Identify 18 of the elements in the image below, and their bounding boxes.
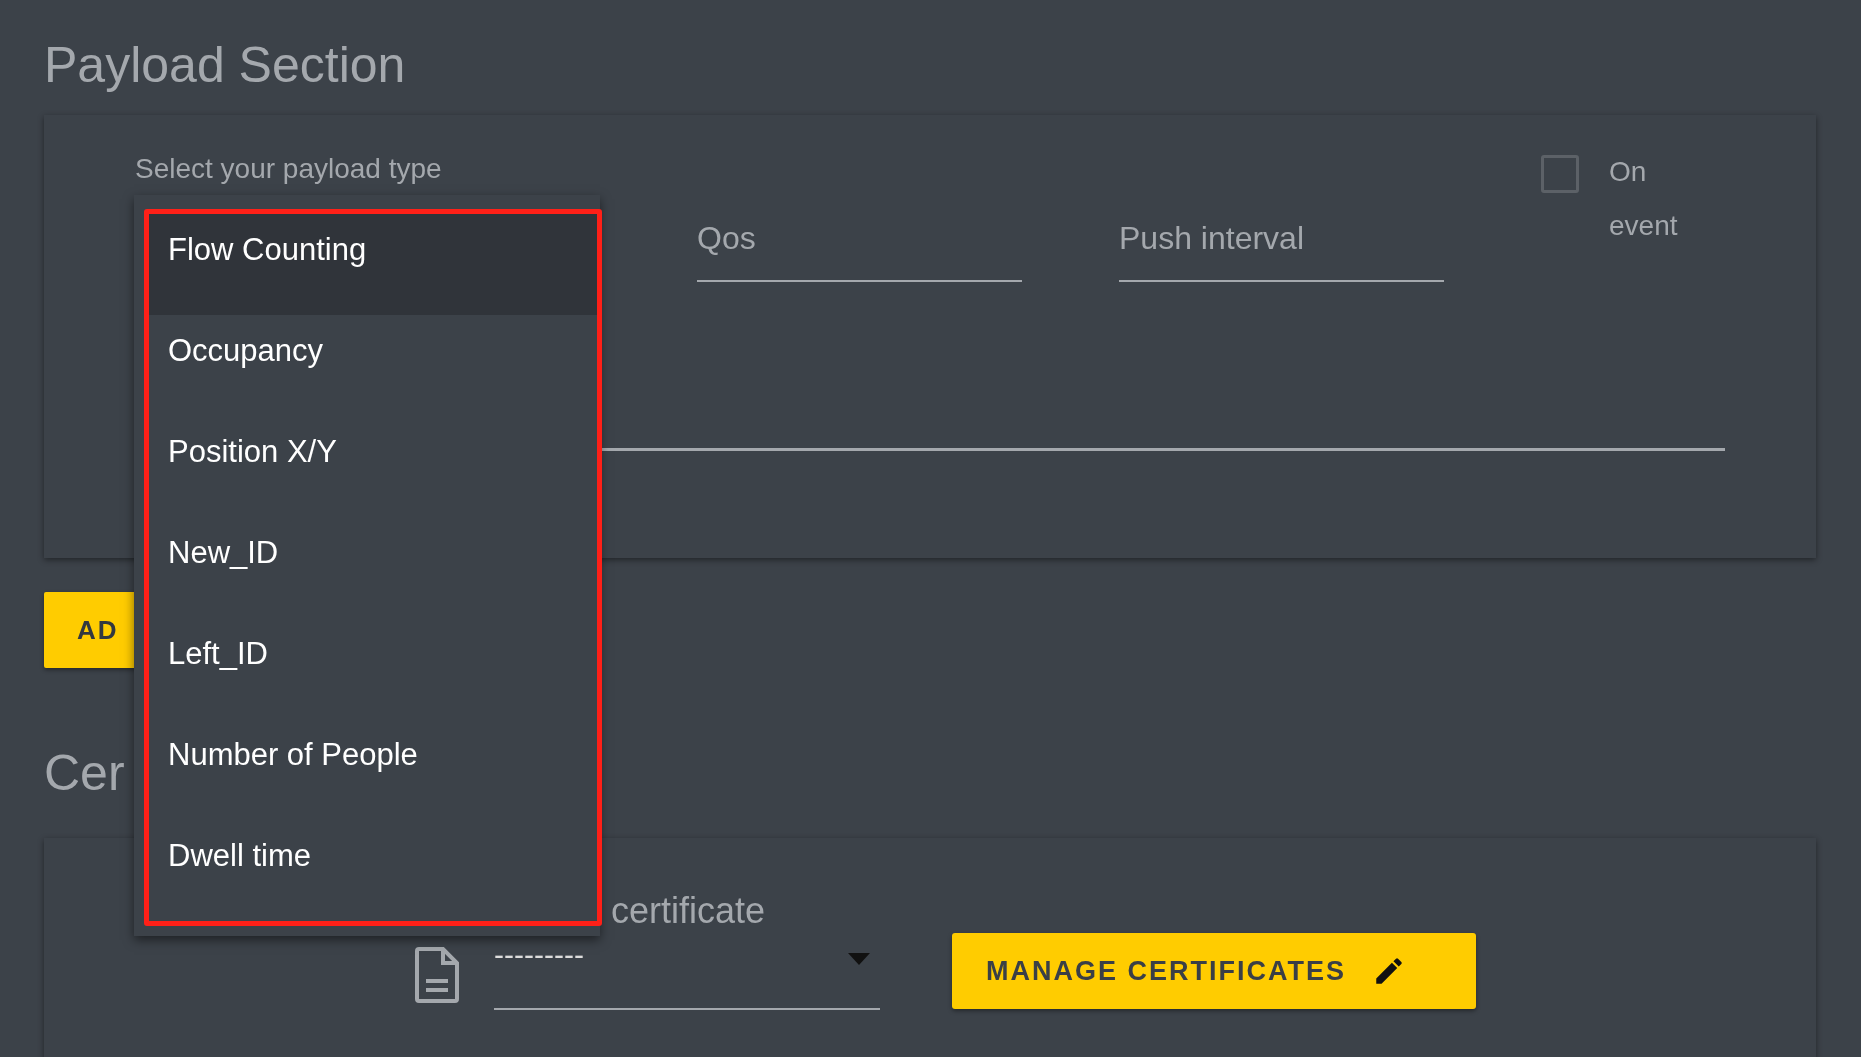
menu-option[interactable]: Dwell time [149, 820, 597, 921]
menu-option[interactable]: Number of People [149, 719, 597, 820]
menu-option[interactable]: Position X/Y [149, 416, 597, 517]
menu-option[interactable]: Flow Counting [149, 214, 597, 315]
section-title: Payload Section [44, 36, 406, 94]
push-interval-field[interactable]: Push interval [1119, 212, 1444, 282]
section-title: Cer [44, 744, 125, 802]
checkbox[interactable] [1541, 155, 1579, 193]
menu-option[interactable]: New_ID [149, 517, 597, 618]
menu-option[interactable]: Left_ID [149, 618, 597, 719]
checkbox-label: On event [1609, 155, 1679, 243]
document-icon [415, 947, 459, 1003]
manage-certificates-button[interactable]: MANAGE CERTIFICATES [952, 933, 1476, 1009]
caret-icon [848, 950, 870, 962]
select-label: Select your payload type [135, 153, 442, 184]
field-label: certificate [611, 890, 766, 931]
menu-option[interactable]: Occupancy [149, 315, 597, 416]
qos-field[interactable]: Qos [697, 212, 1022, 282]
